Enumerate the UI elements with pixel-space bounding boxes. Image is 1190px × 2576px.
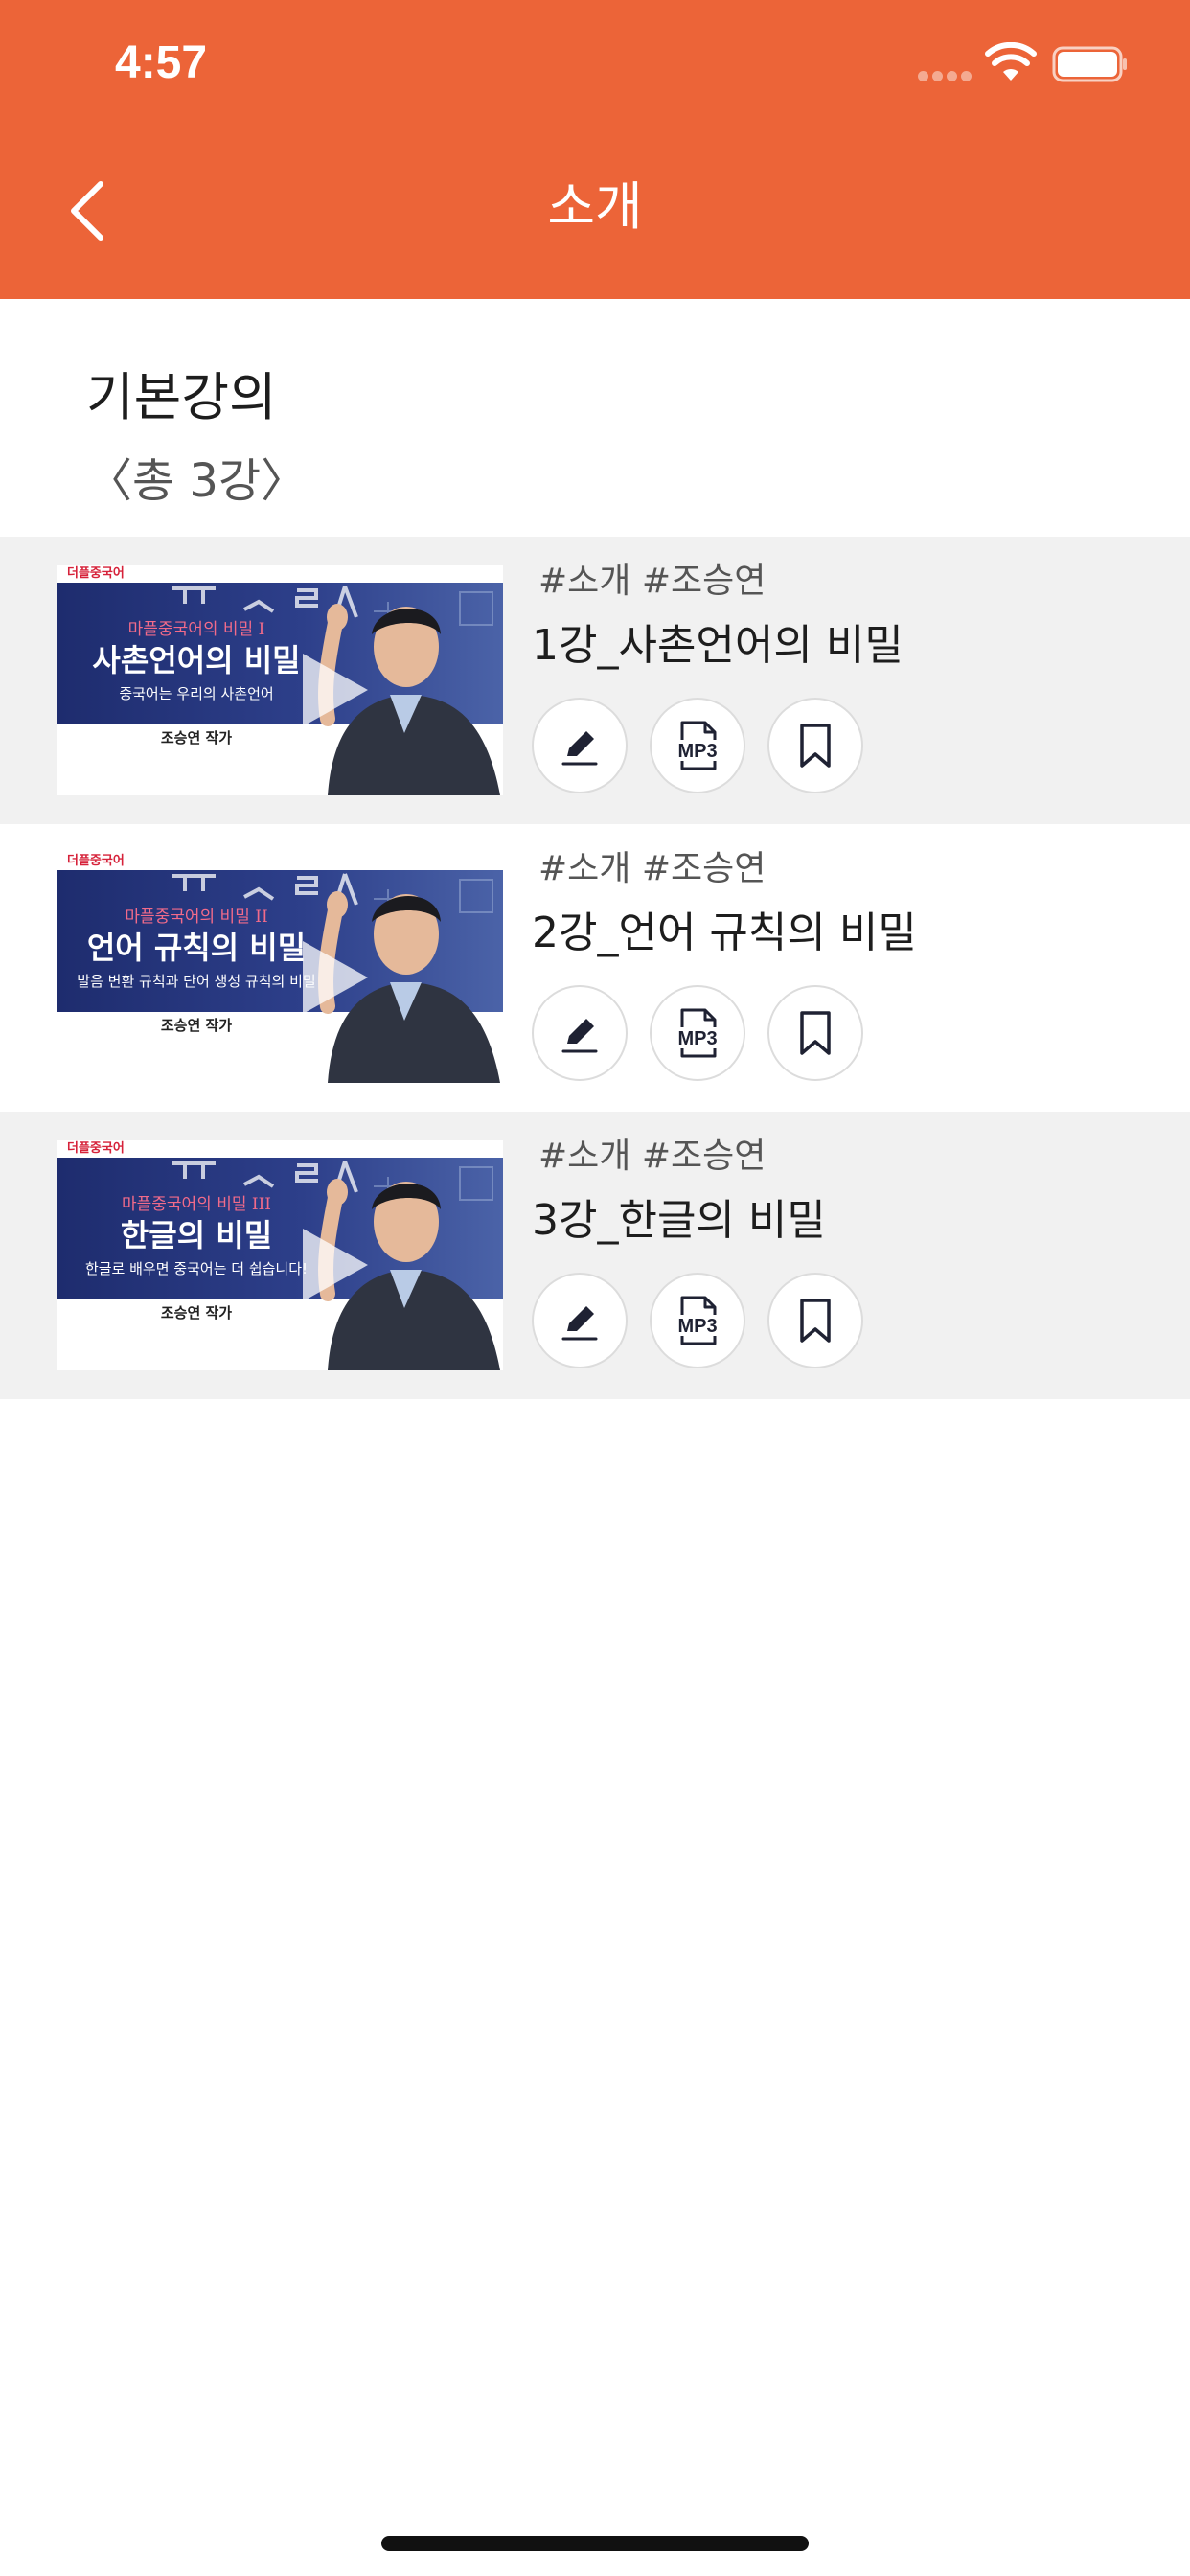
thumbnail-brand: 더플중국어 [67, 854, 125, 868]
thumbnail-subline: 한글로 배우면 중국어는 더 쉽습니다! [84, 1260, 309, 1277]
thumbnail-subline: 발음 변환 규칙과 단어 생성 규칙의 비밀 [77, 973, 316, 990]
app-header: 4:57 소개 [0, 0, 1190, 299]
page-title: 소개 [547, 176, 643, 237]
mp3-label: MP3 [677, 1316, 717, 1337]
lecture-tags: #소개 #조승연 [538, 849, 767, 888]
thumbnail-author: 조승연 작가 [160, 1017, 233, 1034]
bookmark-button[interactable] [767, 698, 863, 794]
mp3-button[interactable]: MP3 [650, 985, 745, 1081]
thumbnail-headline: 사촌언어의 비밀 [92, 642, 301, 678]
pencil-icon [561, 731, 598, 766]
thumbnail-series: 마플중국어의 비밀 II [125, 908, 268, 927]
note-button[interactable] [532, 985, 628, 1081]
lecture-actions: MP3 [532, 985, 863, 1081]
battery-icon [1052, 46, 1127, 82]
mp3-label: MP3 [677, 1028, 717, 1049]
lecture-title[interactable]: 1강_사촌언어의 비밀 [532, 617, 904, 675]
lecture-tags: #소개 #조승연 [538, 562, 767, 601]
lecture-tags: #소개 #조승연 [538, 1137, 767, 1176]
bookmark-button[interactable] [767, 1273, 863, 1368]
thumbnail-brand: 더플중국어 [67, 566, 125, 581]
note-button[interactable] [532, 698, 628, 794]
lecture-row[interactable]: 더플중국어 마플중국어의 비밀 II 언어 규칙의 비밀 발음 변환 규칙과 단… [0, 824, 1190, 1112]
pencil-icon [561, 1306, 598, 1341]
thumbnail-series: 마플중국어의 비밀 III [121, 1195, 272, 1214]
thumbnail-headline: 언어 규칙의 비밀 [86, 930, 307, 966]
lecture-title[interactable]: 3강_한글의 비밀 [532, 1192, 826, 1250]
lecture-actions: MP3 [532, 698, 863, 794]
lecture-actions: MP3 [532, 1273, 863, 1368]
status-time: 4:57 [115, 37, 208, 88]
course-title: 기본강의 [86, 367, 277, 427]
mp3-button[interactable]: MP3 [650, 1273, 745, 1368]
play-icon[interactable] [295, 650, 372, 730]
play-icon[interactable] [295, 1225, 372, 1305]
bookmark-icon [800, 1011, 831, 1055]
bookmark-button[interactable] [767, 985, 863, 1081]
lecture-row[interactable]: 더플중국어 마플중국어의 비밀 III 한글의 비밀 한글로 배우면 중국어는 … [0, 1112, 1190, 1399]
home-indicator[interactable] [381, 2536, 809, 2551]
pencil-icon [561, 1019, 598, 1053]
wifi-icon [985, 42, 1037, 80]
note-button[interactable] [532, 1273, 628, 1368]
thumbnail-subline: 중국어는 우리의 사촌언어 [119, 685, 274, 702]
lecture-row[interactable]: 더플중국어 마플중국어의 비밀 I 사촌언어의 비밀 중국어는 우리의 사촌언어… [0, 537, 1190, 824]
lecture-thumbnail[interactable]: 더플중국어 마플중국어의 비밀 II 언어 규칙의 비밀 발음 변환 규칙과 단… [57, 853, 503, 1083]
thumbnail-brand: 더플중국어 [67, 1141, 125, 1156]
signal-dots-icon [918, 71, 972, 82]
play-icon[interactable] [295, 937, 372, 1018]
lecture-count: 〈총 3강〉 [86, 454, 308, 508]
thumbnail-series: 마플중국어의 비밀 I [127, 620, 265, 639]
mp3-label: MP3 [677, 741, 717, 762]
mp3-file-icon: MP3 [673, 1008, 722, 1058]
thumbnail-author: 조승연 작가 [160, 729, 233, 747]
lecture-thumbnail[interactable]: 더플중국어 마플중국어의 비밀 I 사촌언어의 비밀 중국어는 우리의 사촌언어… [57, 565, 503, 795]
lecture-title[interactable]: 2강_언어 규칙의 비밀 [532, 905, 917, 962]
bookmark-icon [800, 1299, 831, 1343]
bookmark-icon [800, 724, 831, 768]
mp3-file-icon: MP3 [673, 1296, 722, 1346]
mp3-file-icon: MP3 [673, 721, 722, 770]
thumbnail-headline: 한글의 비밀 [120, 1217, 273, 1254]
lecture-thumbnail[interactable]: 더플중국어 마플중국어의 비밀 III 한글의 비밀 한글로 배우면 중국어는 … [57, 1140, 503, 1370]
lecture-list: 더플중국어 마플중국어의 비밀 I 사촌언어의 비밀 중국어는 우리의 사촌언어… [0, 537, 1190, 1399]
mp3-button[interactable]: MP3 [650, 698, 745, 794]
thumbnail-author: 조승연 작가 [160, 1304, 233, 1322]
